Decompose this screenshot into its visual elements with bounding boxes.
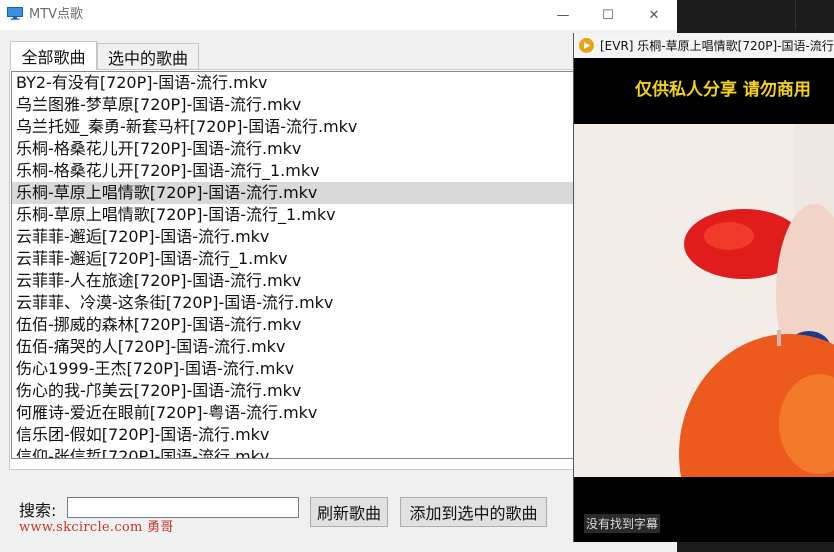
song-list-item[interactable]: 乐桐-格桑花儿开[720P]-国语-流行_1.mkv: [12, 160, 574, 182]
song-list-item[interactable]: 乐桐-格桑花儿开[720P]-国语-流行.mkv: [12, 138, 574, 160]
close-button[interactable]: ✕: [631, 0, 677, 30]
song-list-item[interactable]: 信仰-张信哲[720P]-国语-流行.mkv: [12, 446, 574, 458]
monitor-icon: [7, 7, 23, 20]
refresh-songs-button[interactable]: 刷新歌曲: [310, 497, 388, 527]
video-surface[interactable]: 仅供私人分享 请勿商用 没有找到字幕: [574, 58, 834, 542]
maximize-button[interactable]: ☐: [585, 0, 631, 30]
subtitle-status: 没有找到字幕: [584, 514, 661, 533]
song-list-item[interactable]: 乌兰图雅-梦草原[720P]-国语-流行.mkv: [12, 94, 574, 116]
video-banner-text: 仅供私人分享 请勿商用: [635, 80, 811, 100]
video-player-window: [EVR] 乐桐-草原上唱情歌[720P]-国语-流行.mkv 仅供私人分享 请…: [573, 33, 834, 542]
song-list-item[interactable]: 伍佰-挪威的森林[720P]-国语-流行.mkv: [12, 314, 574, 336]
song-list-item[interactable]: 伤心的我-邝美云[720P]-国语-流行.mkv: [12, 380, 574, 402]
player-titlebar[interactable]: [EVR] 乐桐-草原上唱情歌[720P]-国语-流行.mkv: [574, 33, 834, 58]
minimize-button[interactable]: —: [540, 0, 586, 30]
song-list-item[interactable]: 云菲菲、冷漠-这条街[720P]-国语-流行.mkv: [12, 292, 574, 314]
song-list-item[interactable]: 乐桐-草原上唱情歌[720P]-国语-流行.mkv: [12, 182, 574, 204]
song-list-item[interactable]: 何雁诗-爱近在眼前[720P]-粤语-流行.mkv: [12, 402, 574, 424]
song-list[interactable]: BY2-有没有[720P]-国语-流行.mkv 乌兰图雅-梦草原[720P]-国语…: [11, 71, 575, 459]
titlebar[interactable]: MTV点歌 — ☐ ✕: [0, 0, 677, 30]
add-to-selected-button[interactable]: 添加到选中的歌曲: [400, 497, 547, 527]
song-list-item[interactable]: 乐桐-草原上唱情歌[720P]-国语-流行_1.mkv: [12, 204, 574, 226]
song-list-item[interactable]: 云菲菲-邂逅[720P]-国语-流行.mkv: [12, 226, 574, 248]
video-frame-image: [574, 124, 834, 477]
tab-all-songs[interactable]: 全部歌曲: [10, 41, 97, 70]
minimize-icon: —: [556, 7, 570, 23]
song-list-item[interactable]: 信乐团-假如[720P]-国语-流行.mkv: [12, 424, 574, 446]
maximize-icon: ☐: [602, 7, 614, 23]
watermark-text: www.skcircle.com 勇哥: [19, 520, 174, 535]
window-title: MTV点歌: [29, 7, 84, 22]
song-list-item[interactable]: 云菲菲-邂逅[720P]-国语-流行_1.mkv: [12, 248, 574, 270]
song-list-item[interactable]: 伤心1999-王杰[720P]-国语-流行.mkv: [12, 358, 574, 380]
song-list-item[interactable]: BY2-有没有[720P]-国语-流行.mkv: [12, 72, 574, 94]
player-title: [EVR] 乐桐-草原上唱情歌[720P]-国语-流行.mkv: [600, 39, 834, 53]
play-icon: [579, 38, 594, 53]
song-list-item[interactable]: 乌兰托娅_秦勇-新套马杆[720P]-国语-流行.mkv: [12, 116, 574, 138]
close-icon: ✕: [648, 7, 660, 23]
song-list-item[interactable]: 云菲菲-人在旅途[720P]-国语-流行.mkv: [12, 270, 574, 292]
divider: [795, 0, 796, 30]
song-list-item[interactable]: 伍佰-痛哭的人[720P]-国语-流行.mkv: [12, 336, 574, 358]
tab-selected-songs[interactable]: 选中的歌曲: [97, 43, 199, 70]
search-input[interactable]: [67, 497, 299, 518]
